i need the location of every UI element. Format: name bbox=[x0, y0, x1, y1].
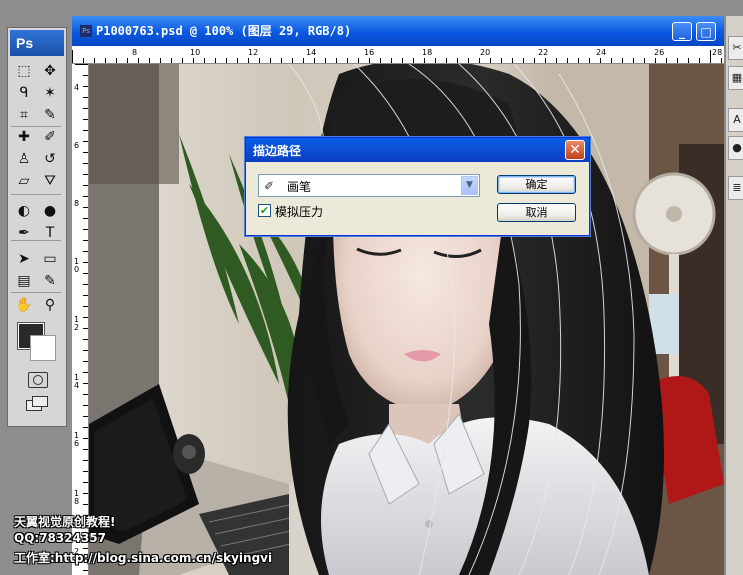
minimize-button[interactable]: _ bbox=[672, 22, 692, 41]
ruler-label: 1 2 bbox=[74, 315, 80, 332]
simulate-pressure-label: 模拟压力 bbox=[275, 205, 324, 219]
vertical-ruler[interactable]: 4681 01 21 41 61 82 bbox=[72, 64, 89, 575]
tool-select-value: 画笔 bbox=[287, 180, 312, 194]
ruler-label: 1 8 bbox=[74, 489, 80, 506]
crop-icon[interactable]: ⌗ bbox=[12, 104, 36, 126]
ruler-label: 1 6 bbox=[74, 431, 80, 448]
photoshop-logo: Ps bbox=[10, 30, 64, 56]
ruler-label: 12 bbox=[248, 48, 259, 57]
ruler-tick bbox=[710, 50, 711, 63]
history-brush-icon[interactable]: ↺ bbox=[38, 148, 62, 170]
ruler-label: 20 bbox=[480, 48, 491, 57]
dialog-title: 描边路径 bbox=[253, 144, 302, 158]
document-icon: Ps bbox=[80, 25, 92, 37]
tools-separator bbox=[11, 292, 61, 293]
layers-panel-icon[interactable]: ≣ bbox=[728, 176, 743, 200]
ruler-label: 8 bbox=[74, 199, 80, 208]
ruler-tick bbox=[72, 50, 73, 63]
tool-select[interactable]: ✐ 画笔 ▼ bbox=[258, 174, 480, 197]
background-color-swatch[interactable] bbox=[30, 335, 56, 361]
chevron-down-icon[interactable]: ▼ bbox=[461, 176, 478, 195]
character-panel-icon[interactable]: A bbox=[728, 108, 743, 132]
blur-icon[interactable]: ◐ bbox=[12, 200, 36, 222]
lasso-icon[interactable]: ᑫ bbox=[12, 82, 36, 104]
brush-icon: ✐ bbox=[264, 179, 275, 193]
ruler-label: 16 bbox=[364, 48, 375, 57]
horizontal-ruler[interactable]: 8 10 12 14 16 18 20 22 24 26 28 bbox=[72, 46, 724, 64]
close-icon[interactable]: ✕ bbox=[565, 140, 585, 160]
ruler-label: 6 bbox=[74, 141, 80, 150]
eraser-icon[interactable]: ▱ bbox=[12, 170, 36, 192]
paint-bucket-icon[interactable]: ⛛ bbox=[38, 170, 62, 192]
zoom-icon[interactable]: ⚲ bbox=[38, 294, 62, 316]
rectangle-shape-icon[interactable]: ▭ bbox=[38, 248, 62, 270]
cancel-button[interactable]: 取消 bbox=[497, 203, 576, 222]
ok-button[interactable]: 确定 bbox=[497, 175, 576, 194]
watermark-line-2: QQ:78324357 bbox=[14, 531, 106, 545]
document-title: P1000763.psd @ 100% (图层 29, RGB/8) bbox=[96, 24, 352, 38]
ruler-label: 22 bbox=[538, 48, 549, 57]
simulate-pressure-checkbox[interactable]: ✔ bbox=[258, 204, 271, 217]
ruler-label: 1 4 bbox=[74, 373, 80, 390]
ruler-label: 28 bbox=[712, 48, 723, 57]
maximize-button[interactable]: □ bbox=[696, 22, 716, 41]
eyedropper-icon[interactable]: ✎ bbox=[38, 104, 62, 126]
eyedropper2-icon[interactable]: ✎ bbox=[38, 270, 62, 292]
path-selection-icon[interactable]: ➤ bbox=[12, 248, 36, 270]
ruler-label: 14 bbox=[306, 48, 317, 57]
marquee-icon[interactable]: ⬚ bbox=[12, 60, 36, 82]
document-titlebar[interactable]: Ps P1000763.psd @ 100% (图层 29, RGB/8) _ … bbox=[72, 16, 724, 46]
stroke-path-dialog: 描边路径 ✕ ✐ 画笔 ▼ ✔ 模拟压力 确定 取消 bbox=[245, 137, 590, 236]
healing-brush-icon[interactable]: ✚ bbox=[12, 126, 36, 148]
hand-icon[interactable]: ✋ bbox=[12, 294, 36, 316]
dodge-icon[interactable]: ● bbox=[38, 200, 62, 222]
quick-mask-icon[interactable] bbox=[28, 372, 48, 388]
notes-icon[interactable]: ▤ bbox=[12, 270, 36, 292]
magic-wand-icon[interactable]: ✶ bbox=[38, 82, 62, 104]
screen-mode-icon[interactable] bbox=[26, 396, 48, 411]
ruler-label: 8 bbox=[132, 48, 138, 57]
panel-dock: ✂ ▦ A ● ≣ bbox=[725, 16, 743, 575]
tools-panel-icon[interactable]: ✂ bbox=[728, 36, 743, 60]
watermark-line-3: 工作室:http://blog.sina.com.cn/skyingvi bbox=[14, 551, 273, 565]
ruler-label: 24 bbox=[596, 48, 607, 57]
navigator-panel-icon[interactable]: ▦ bbox=[728, 66, 743, 90]
ruler-label: 1 0 bbox=[74, 257, 80, 274]
ruler-label: 18 bbox=[422, 48, 433, 57]
brush-icon[interactable]: ✐ bbox=[38, 126, 62, 148]
ruler-tick bbox=[75, 64, 88, 65]
brush-panel-icon[interactable]: ● bbox=[728, 136, 743, 160]
tools-separator bbox=[11, 240, 61, 241]
watermark-line-1: 天翼视觉原创教程! bbox=[14, 515, 116, 529]
tools-separator bbox=[11, 194, 61, 195]
document-window: Ps P1000763.psd @ 100% (图层 29, RGB/8) _ … bbox=[72, 16, 724, 575]
move-icon[interactable]: ✥ bbox=[38, 60, 62, 82]
ruler-label: 4 bbox=[74, 83, 80, 92]
ruler-label: 26 bbox=[654, 48, 665, 57]
clone-stamp-icon[interactable]: ♙ bbox=[12, 148, 36, 170]
dialog-titlebar[interactable]: 描边路径 ✕ bbox=[246, 138, 589, 162]
tools-palette: Ps ⬚ ✥ ᑫ ✶ ⌗ ✎ ✚ ✐ ♙ ↺ ▱ ⛛ ◐ ● ✒ T ➤ ▭ ▤ ✎ ✋ ⚲ bbox=[7, 27, 67, 427]
tools-separator bbox=[11, 126, 61, 127]
ruler-label: 10 bbox=[190, 48, 201, 57]
